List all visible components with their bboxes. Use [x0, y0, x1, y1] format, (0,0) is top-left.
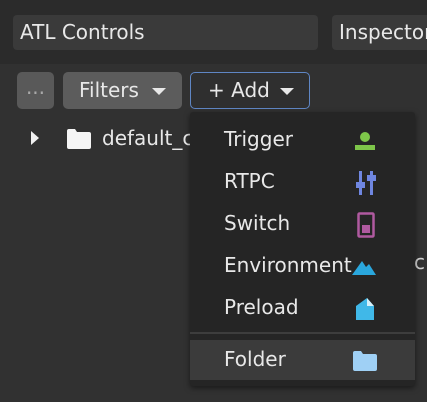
- menu-item-label: Trigger: [224, 127, 293, 151]
- preload-icon: [356, 298, 374, 320]
- menu-item-label: RTPC: [224, 169, 275, 193]
- more-options-button[interactable]: ...: [17, 72, 54, 109]
- menu-item-environment[interactable]: Environment: [190, 246, 415, 286]
- trigger-icon: [355, 132, 375, 150]
- chevron-down-icon: [152, 88, 166, 95]
- switch-icon: [357, 212, 375, 238]
- menu-item-label: Preload: [224, 295, 299, 319]
- menu-item-rtpc[interactable]: RTPC: [190, 162, 415, 202]
- menu-item-label: Switch: [224, 211, 291, 235]
- folder-icon: [67, 129, 91, 149]
- menu-item-folder[interactable]: Folder: [190, 340, 415, 380]
- tab-inspector[interactable]: Inspector: [332, 15, 427, 50]
- environment-icon: [352, 261, 376, 275]
- add-label: + Add: [208, 78, 270, 102]
- filters-label: Filters: [79, 78, 139, 102]
- partial-text: c: [414, 250, 425, 274]
- menu-item-label: Environment: [224, 253, 352, 277]
- menu-item-preload[interactable]: Preload: [190, 288, 415, 328]
- menu-divider: [190, 332, 415, 334]
- menu-item-trigger[interactable]: Trigger: [190, 120, 415, 160]
- tree-item-label: default_c: [102, 126, 194, 150]
- rtpc-icon: [356, 171, 376, 195]
- folder-icon: [353, 351, 377, 371]
- add-button[interactable]: + Add: [190, 72, 310, 109]
- menu-item-label: Folder: [224, 347, 286, 371]
- tab-bar: ATL Controls Inspector: [0, 0, 427, 64]
- menu-item-switch[interactable]: Switch: [190, 204, 415, 244]
- tree-item-default[interactable]: default_c: [0, 122, 200, 156]
- add-dropdown-menu: Trigger RTPC Switch Environment Preload: [190, 112, 415, 386]
- tab-atl-controls[interactable]: ATL Controls: [13, 15, 318, 50]
- chevron-down-icon: [280, 88, 294, 95]
- expand-arrow-icon[interactable]: [31, 131, 39, 145]
- filters-button[interactable]: Filters: [63, 72, 182, 109]
